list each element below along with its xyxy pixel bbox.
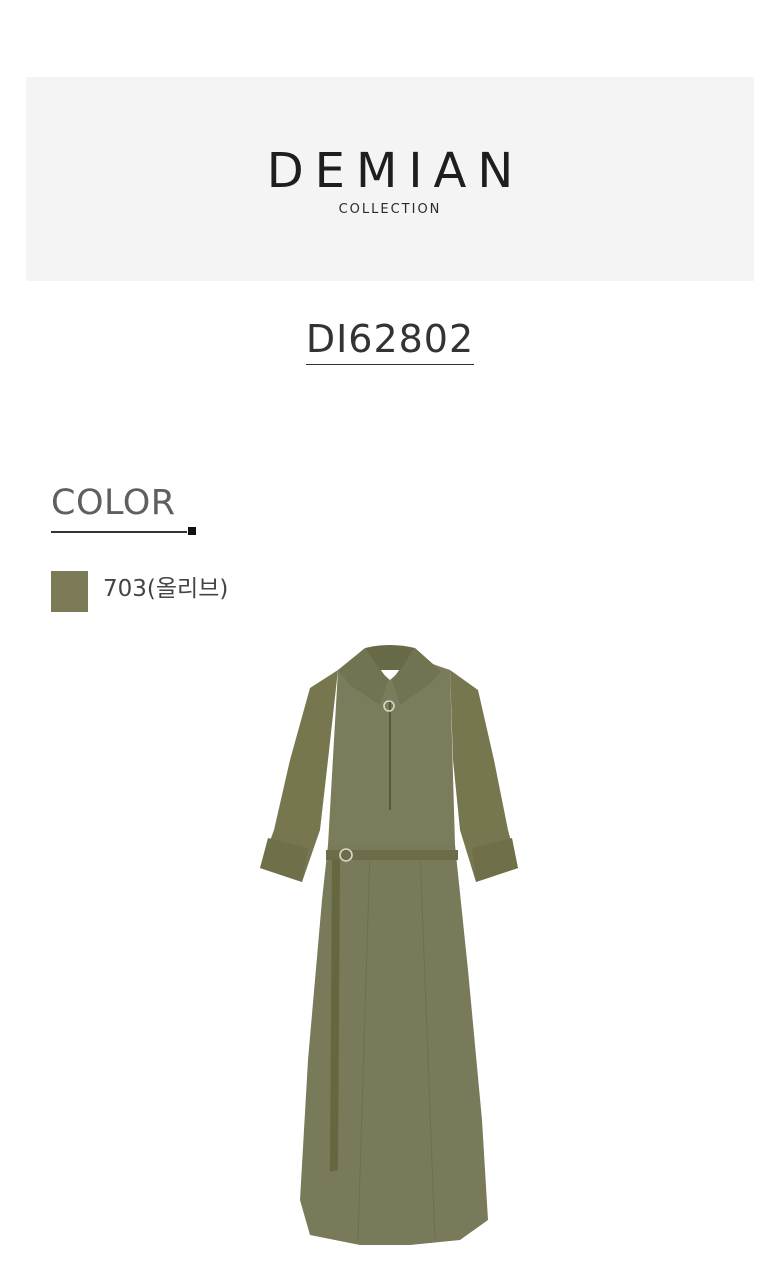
dress-skirt: [300, 845, 488, 1245]
color-heading-dot: [188, 527, 196, 535]
brand-logo-name: DEMIAN: [266, 143, 525, 199]
color-swatch: [51, 571, 88, 612]
brand-banner: DEMIAN COLLECTION: [26, 77, 754, 281]
color-heading-underline: [51, 531, 187, 533]
product-code-text: DI62802: [305, 320, 475, 365]
dress-belt: [326, 850, 458, 860]
color-section-heading: COLOR: [51, 483, 176, 523]
dress-bodice: [328, 658, 455, 845]
color-swatch-label: 703(올리브): [103, 576, 229, 602]
dress-image: [260, 645, 518, 1245]
product-code: DI62802: [0, 320, 780, 365]
brand-logo-sub: COLLECTION: [338, 202, 442, 217]
